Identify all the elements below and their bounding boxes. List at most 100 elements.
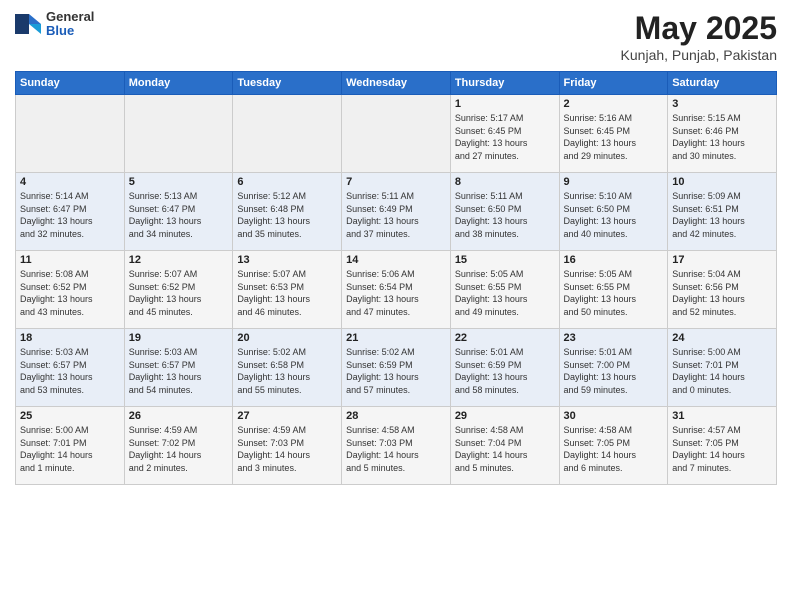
calendar-cell: 8 Sunrise: 5:11 AM Sunset: 6:50 PM Daylig… xyxy=(450,173,559,251)
header-row: SundayMondayTuesdayWednesdayThursdayFrid… xyxy=(16,72,777,95)
calendar-table: SundayMondayTuesdayWednesdayThursdayFrid… xyxy=(15,71,777,485)
day-info: Sunrise: 5:11 AM Sunset: 6:50 PM Dayligh… xyxy=(455,190,555,240)
calendar-body: 1 Sunrise: 5:17 AM Sunset: 6:45 PM Daylig… xyxy=(16,95,777,485)
day-number: 28 xyxy=(346,410,446,422)
day-info: Sunrise: 5:01 AM Sunset: 6:59 PM Dayligh… xyxy=(455,346,555,396)
month-title: May 2025 xyxy=(621,10,777,47)
day-info: Sunrise: 5:14 AM Sunset: 6:47 PM Dayligh… xyxy=(20,190,120,240)
day-info: Sunrise: 5:03 AM Sunset: 6:57 PM Dayligh… xyxy=(129,346,229,396)
calendar-cell: 11 Sunrise: 5:08 AM Sunset: 6:52 PM Dayli… xyxy=(16,251,125,329)
day-number: 19 xyxy=(129,332,229,344)
header-day-saturday: Saturday xyxy=(668,72,777,95)
day-number: 26 xyxy=(129,410,229,422)
logo-blue-label: Blue xyxy=(46,24,94,38)
logo-icon xyxy=(15,10,43,38)
header-day-friday: Friday xyxy=(559,72,668,95)
day-number: 20 xyxy=(237,332,337,344)
calendar-cell: 2 Sunrise: 5:16 AM Sunset: 6:45 PM Daylig… xyxy=(559,95,668,173)
calendar-header: SundayMondayTuesdayWednesdayThursdayFrid… xyxy=(16,72,777,95)
day-info: Sunrise: 4:58 AM Sunset: 7:05 PM Dayligh… xyxy=(564,424,664,474)
logo: General Blue xyxy=(15,10,94,39)
day-info: Sunrise: 4:57 AM Sunset: 7:05 PM Dayligh… xyxy=(672,424,772,474)
week-row-4: 18 Sunrise: 5:03 AM Sunset: 6:57 PM Dayli… xyxy=(16,329,777,407)
calendar-cell: 1 Sunrise: 5:17 AM Sunset: 6:45 PM Daylig… xyxy=(450,95,559,173)
day-number: 16 xyxy=(564,254,664,266)
day-number: 5 xyxy=(129,176,229,188)
day-number: 7 xyxy=(346,176,446,188)
calendar-cell xyxy=(342,95,451,173)
calendar-cell: 12 Sunrise: 5:07 AM Sunset: 6:52 PM Dayli… xyxy=(124,251,233,329)
day-info: Sunrise: 5:16 AM Sunset: 6:45 PM Dayligh… xyxy=(564,112,664,162)
logo-general-label: General xyxy=(46,10,94,24)
day-info: Sunrise: 5:07 AM Sunset: 6:53 PM Dayligh… xyxy=(237,268,337,318)
day-number: 15 xyxy=(455,254,555,266)
day-number: 8 xyxy=(455,176,555,188)
day-number: 12 xyxy=(129,254,229,266)
calendar-cell: 14Sunrise: 5:06 AM Sunset: 6:54 PM Dayli… xyxy=(342,251,451,329)
calendar-cell: 13 Sunrise: 5:07 AM Sunset: 6:53 PM Dayli… xyxy=(233,251,342,329)
calendar-cell: 19 Sunrise: 5:03 AM Sunset: 6:57 PM Dayli… xyxy=(124,329,233,407)
day-info: Sunrise: 5:10 AM Sunset: 6:50 PM Dayligh… xyxy=(564,190,664,240)
week-row-3: 11 Sunrise: 5:08 AM Sunset: 6:52 PM Dayli… xyxy=(16,251,777,329)
calendar-cell: 29Sunrise: 4:58 AM Sunset: 7:04 PM Dayli… xyxy=(450,407,559,485)
day-number: 24 xyxy=(672,332,772,344)
calendar-cell: 9Sunrise: 5:10 AM Sunset: 6:50 PM Daylig… xyxy=(559,173,668,251)
day-number: 6 xyxy=(237,176,337,188)
day-number: 11 xyxy=(20,254,120,266)
calendar-cell: 24 Sunrise: 5:00 AM Sunset: 7:01 PM Dayli… xyxy=(668,329,777,407)
day-number: 2 xyxy=(564,98,664,110)
location: Kunjah, Punjab, Pakistan xyxy=(621,47,777,63)
calendar-cell: 6Sunrise: 5:12 AM Sunset: 6:48 PM Daylig… xyxy=(233,173,342,251)
calendar-cell: 3 Sunrise: 5:15 AM Sunset: 6:46 PM Daylig… xyxy=(668,95,777,173)
day-info: Sunrise: 5:13 AM Sunset: 6:47 PM Dayligh… xyxy=(129,190,229,240)
calendar-cell xyxy=(16,95,125,173)
day-number: 31 xyxy=(672,410,772,422)
day-number: 18 xyxy=(20,332,120,344)
calendar-cell: 22Sunrise: 5:01 AM Sunset: 6:59 PM Dayli… xyxy=(450,329,559,407)
day-info: Sunrise: 5:17 AM Sunset: 6:45 PM Dayligh… xyxy=(455,112,555,162)
header: General Blue May 2025 Kunjah, Punjab, Pa… xyxy=(15,10,777,63)
day-info: Sunrise: 5:02 AM Sunset: 6:59 PM Dayligh… xyxy=(346,346,446,396)
header-day-tuesday: Tuesday xyxy=(233,72,342,95)
day-info: Sunrise: 4:58 AM Sunset: 7:04 PM Dayligh… xyxy=(455,424,555,474)
day-info: Sunrise: 5:09 AM Sunset: 6:51 PM Dayligh… xyxy=(672,190,772,240)
day-info: Sunrise: 5:01 AM Sunset: 7:00 PM Dayligh… xyxy=(564,346,664,396)
day-number: 3 xyxy=(672,98,772,110)
day-number: 4 xyxy=(20,176,120,188)
calendar-cell: 20 Sunrise: 5:02 AM Sunset: 6:58 PM Dayli… xyxy=(233,329,342,407)
day-number: 1 xyxy=(455,98,555,110)
day-info: Sunrise: 4:58 AM Sunset: 7:03 PM Dayligh… xyxy=(346,424,446,474)
day-info: Sunrise: 5:08 AM Sunset: 6:52 PM Dayligh… xyxy=(20,268,120,318)
week-row-5: 25Sunrise: 5:00 AM Sunset: 7:01 PM Dayli… xyxy=(16,407,777,485)
header-day-wednesday: Wednesday xyxy=(342,72,451,95)
header-day-thursday: Thursday xyxy=(450,72,559,95)
calendar-cell: 7Sunrise: 5:11 AM Sunset: 6:49 PM Daylig… xyxy=(342,173,451,251)
day-number: 30 xyxy=(564,410,664,422)
title-block: May 2025 Kunjah, Punjab, Pakistan xyxy=(621,10,777,63)
day-info: Sunrise: 5:02 AM Sunset: 6:58 PM Dayligh… xyxy=(237,346,337,396)
header-day-monday: Monday xyxy=(124,72,233,95)
week-row-1: 1 Sunrise: 5:17 AM Sunset: 6:45 PM Daylig… xyxy=(16,95,777,173)
day-info: Sunrise: 5:15 AM Sunset: 6:46 PM Dayligh… xyxy=(672,112,772,162)
day-number: 13 xyxy=(237,254,337,266)
day-number: 27 xyxy=(237,410,337,422)
calendar-cell: 10 Sunrise: 5:09 AM Sunset: 6:51 PM Dayli… xyxy=(668,173,777,251)
day-number: 23 xyxy=(564,332,664,344)
day-info: Sunrise: 5:07 AM Sunset: 6:52 PM Dayligh… xyxy=(129,268,229,318)
day-info: Sunrise: 4:59 AM Sunset: 7:03 PM Dayligh… xyxy=(237,424,337,474)
day-number: 14 xyxy=(346,254,446,266)
calendar-cell: 15 Sunrise: 5:05 AM Sunset: 6:55 PM Dayli… xyxy=(450,251,559,329)
calendar-cell: 25Sunrise: 5:00 AM Sunset: 7:01 PM Dayli… xyxy=(16,407,125,485)
day-info: Sunrise: 5:05 AM Sunset: 6:55 PM Dayligh… xyxy=(564,268,664,318)
day-number: 17 xyxy=(672,254,772,266)
calendar-cell: 17Sunrise: 5:04 AM Sunset: 6:56 PM Dayli… xyxy=(668,251,777,329)
day-info: Sunrise: 5:00 AM Sunset: 7:01 PM Dayligh… xyxy=(672,346,772,396)
calendar-cell: 5 Sunrise: 5:13 AM Sunset: 6:47 PM Daylig… xyxy=(124,173,233,251)
day-number: 10 xyxy=(672,176,772,188)
calendar-cell: 31 Sunrise: 4:57 AM Sunset: 7:05 PM Dayli… xyxy=(668,407,777,485)
day-info: Sunrise: 5:05 AM Sunset: 6:55 PM Dayligh… xyxy=(455,268,555,318)
day-number: 25 xyxy=(20,410,120,422)
header-day-sunday: Sunday xyxy=(16,72,125,95)
page: General Blue May 2025 Kunjah, Punjab, Pa… xyxy=(0,0,792,612)
day-info: Sunrise: 5:03 AM Sunset: 6:57 PM Dayligh… xyxy=(20,346,120,396)
